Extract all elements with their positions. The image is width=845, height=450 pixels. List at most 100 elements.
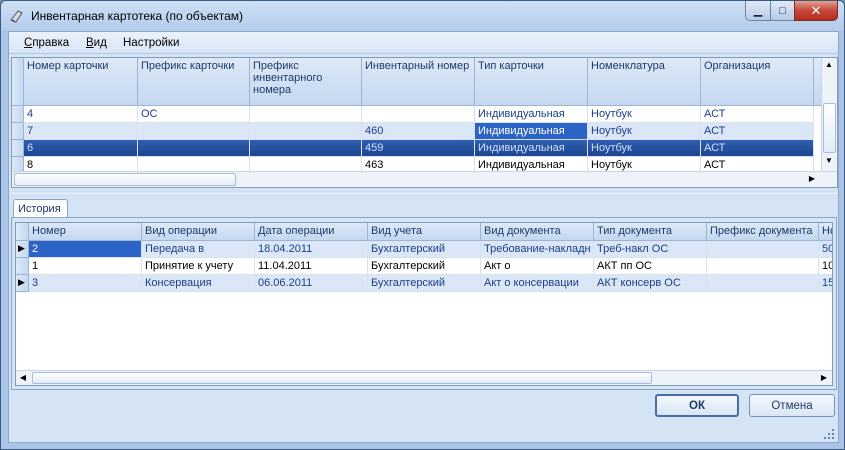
history-grid: Номер Вид операции Дата операции Вид уче…	[15, 222, 833, 386]
col-header-accounting[interactable]: Вид учета	[368, 223, 481, 241]
cards-vertical-scrollbar[interactable]: ▲ ▼	[821, 58, 837, 171]
row-header[interactable]	[12, 140, 24, 157]
row-header[interactable]	[12, 123, 24, 140]
table-cell[interactable]: 6	[24, 140, 138, 157]
table-cell[interactable]	[707, 258, 819, 275]
table-cell[interactable]: Бухгалтерский	[368, 258, 481, 275]
table-cell[interactable]: Индивидуальная	[475, 140, 588, 157]
col-header-doc-kind[interactable]: Вид документа	[481, 223, 594, 241]
splitter[interactable]	[9, 191, 838, 196]
row-header[interactable]: ▶	[16, 241, 29, 258]
table-cell[interactable]: Консервация	[142, 275, 255, 292]
table-cell[interactable]	[138, 123, 250, 140]
maximize-button[interactable]: □	[770, 1, 795, 21]
main-window: Инвентарная картотека (по объектам) ▁ □ …	[0, 0, 845, 450]
menu-settings[interactable]: Настройки	[123, 37, 179, 49]
window-title: Инвентарная картотека (по объектам)	[31, 9, 244, 23]
scroll-up-icon[interactable]: ▲	[822, 58, 836, 72]
table-cell[interactable]	[707, 241, 819, 258]
table-cell[interactable]: Индивидуальная	[475, 106, 588, 123]
cards-horizontal-scrollbar[interactable]: ▶	[12, 171, 837, 187]
table-cell[interactable]: АСТ	[701, 123, 814, 140]
scroll-right-icon[interactable]: ▶	[805, 172, 819, 186]
col-header-card-type[interactable]: Тип карточки	[475, 58, 588, 106]
table-cell[interactable]: АКТ консерв ОС	[594, 275, 707, 292]
table-cell[interactable]: 06.06.2011	[255, 275, 368, 292]
table-cell[interactable]: Принятие к учету	[142, 258, 255, 275]
close-button[interactable]: ✕	[794, 1, 838, 21]
table-cell[interactable]: Ноутбук	[588, 123, 701, 140]
table-cell[interactable]: 11.04.2011	[255, 258, 368, 275]
row-header[interactable]: ▶	[16, 275, 29, 292]
history-hscroll-thumb[interactable]	[32, 372, 652, 384]
scroll-thumb[interactable]	[823, 103, 836, 153]
col-header-more2[interactable]: Но	[819, 223, 832, 241]
table-cell[interactable]: АСТ	[701, 106, 814, 123]
table-cell[interactable]: Ноутбук	[588, 140, 701, 157]
ok-button[interactable]: ОК	[655, 394, 739, 417]
col-header-card-number[interactable]: Номер карточки	[24, 58, 138, 106]
close-icon: ✕	[810, 2, 822, 18]
table-cell[interactable]	[138, 140, 250, 157]
table-cell[interactable]: Бухгалтерский	[368, 275, 481, 292]
table-cell[interactable]: Акт о	[481, 258, 594, 275]
table-cell[interactable]	[250, 123, 362, 140]
tab-history[interactable]: История	[13, 199, 68, 218]
col-header-inv-number[interactable]: Инвентарный номер	[362, 58, 475, 106]
hscroll-thumb[interactable]	[14, 173, 236, 186]
table-cell[interactable]: Ноутбук	[588, 106, 701, 123]
table-cell[interactable]: АСТ	[701, 140, 814, 157]
col-header-card-prefix[interactable]: Префикс карточки	[138, 58, 250, 106]
col-header-doc-type[interactable]: Тип документа	[594, 223, 707, 241]
title-bar[interactable]: Инвентарная картотека (по объектам) ▁ □ …	[1, 1, 844, 31]
app-icon	[10, 10, 23, 23]
col-header-inv-prefix[interactable]: Префикс инвентарного номера	[250, 58, 362, 106]
row-header[interactable]	[12, 106, 24, 123]
scroll-right-icon-2[interactable]: ▶	[817, 371, 831, 385]
col-header-nomenclature[interactable]: Номенклатура	[588, 58, 701, 106]
table-cell[interactable]: 10	[819, 258, 832, 275]
table-cell[interactable]: Передача в	[142, 241, 255, 258]
history-tab-pane: Номер Вид операции Дата операции Вид уче…	[11, 217, 837, 390]
table-cell[interactable]: 1	[29, 258, 142, 275]
row-pointer-icon: ▶	[18, 243, 25, 253]
col-header-number[interactable]: Номер	[29, 223, 142, 241]
table-cell[interactable]: Требование-накладн	[481, 241, 594, 258]
table-cell[interactable]: 15	[819, 275, 832, 292]
table-cell[interactable]	[250, 140, 362, 157]
minimize-button[interactable]: ▁	[745, 1, 771, 21]
table-cell[interactable]: 4	[24, 106, 138, 123]
col-header-doc-prefix[interactable]: Префикс документа	[707, 223, 819, 241]
table-cell[interactable]: Треб-накл ОС	[594, 241, 707, 258]
history-horizontal-scrollbar[interactable]: ◀ ▶	[16, 370, 832, 385]
cards-grid: Номер карточки Префикс карточки Префикс …	[11, 57, 838, 188]
menu-view[interactable]: Вид	[86, 37, 107, 49]
resize-grip-icon[interactable]	[824, 429, 834, 439]
row-header[interactable]	[16, 258, 29, 275]
cancel-button[interactable]: Отмена	[749, 394, 835, 417]
scroll-left-icon[interactable]: ◀	[16, 371, 30, 385]
row-pointer-icon: ▶	[18, 277, 25, 287]
table-cell[interactable]: 18.04.2011	[255, 241, 368, 258]
scroll-down-icon[interactable]: ▼	[822, 154, 836, 168]
table-cell[interactable]: 2	[29, 241, 142, 258]
col-header-operation[interactable]: Вид операции	[142, 223, 255, 241]
table-cell[interactable]: Акт о консервации	[481, 275, 594, 292]
history-corner-header	[16, 223, 29, 241]
table-cell[interactable]: 7	[24, 123, 138, 140]
table-cell[interactable]: 3	[29, 275, 142, 292]
table-cell[interactable]: 459	[362, 140, 475, 157]
table-cell[interactable]	[250, 106, 362, 123]
menu-help[interactable]: Справка	[24, 37, 69, 49]
table-cell[interactable]: ОС	[138, 106, 250, 123]
table-cell[interactable]: Бухгалтерский	[368, 241, 481, 258]
col-header-organization[interactable]: Организация	[701, 58, 814, 106]
client-area: Справка Вид Настройки Номер карточки Пре…	[8, 31, 839, 443]
table-cell[interactable]: 50	[819, 241, 832, 258]
col-header-op-date[interactable]: Дата операции	[255, 223, 368, 241]
table-cell[interactable]: Индивидуальная	[475, 123, 588, 140]
table-cell[interactable]: 460	[362, 123, 475, 140]
table-cell[interactable]	[362, 106, 475, 123]
table-cell[interactable]	[707, 275, 819, 292]
table-cell[interactable]: АКТ пп ОС	[594, 258, 707, 275]
